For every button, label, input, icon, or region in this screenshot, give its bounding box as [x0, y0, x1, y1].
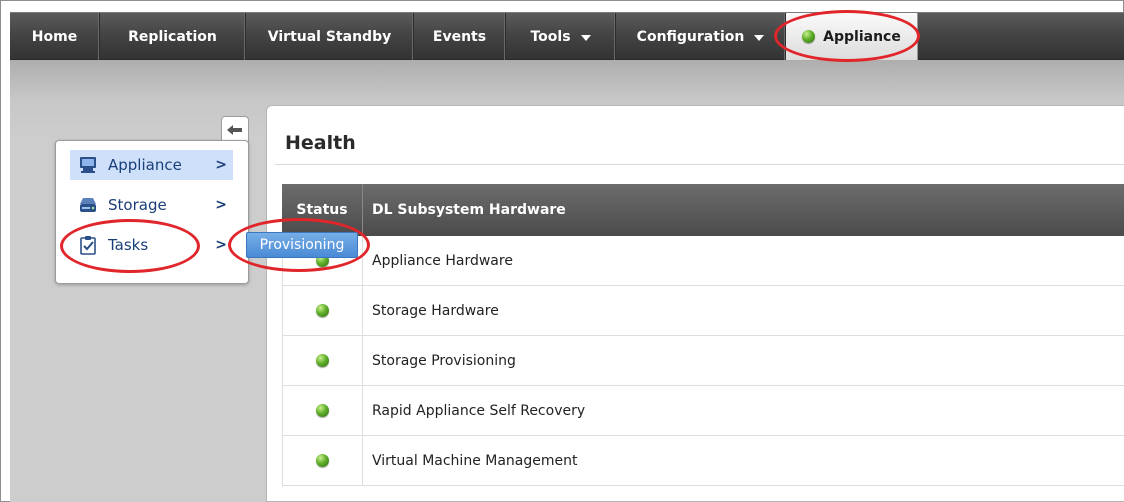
submenu-item-provisioning[interactable]: Provisioning [246, 232, 358, 258]
status-cell [282, 336, 363, 385]
panel-title: Health [285, 132, 356, 154]
tab-replication[interactable]: Replication [100, 13, 246, 60]
tab-label: Replication [128, 28, 217, 45]
tab-label: Home [31, 28, 78, 45]
clipboard-icon [80, 236, 96, 255]
tab-label: Configuration [636, 28, 745, 45]
sidebar-item-label: Appliance [108, 156, 182, 174]
tab-events[interactable]: Events [414, 13, 506, 60]
tab-appliance[interactable]: Appliance [786, 13, 918, 60]
sidebar-item-storage[interactable]: Storage > [70, 190, 233, 220]
table-header: Status DL Subsystem Hardware [282, 184, 1124, 236]
status-ok-icon [802, 30, 816, 43]
status-ok-icon [315, 304, 329, 317]
status-ok-icon [315, 354, 329, 367]
status-ok-icon [315, 404, 329, 417]
subsystem-name: Appliance Hardware [372, 252, 513, 269]
status-cell [282, 286, 363, 335]
table-row[interactable]: Rapid Appliance Self Recovery [282, 386, 1124, 436]
tab-label: Tools [530, 28, 571, 45]
chevron-right-icon: > [215, 157, 227, 173]
chevron-right-icon: > [215, 197, 227, 213]
arrow-left-icon [227, 125, 242, 135]
sidebar-item-tasks[interactable]: Tasks > [70, 230, 233, 260]
status-cell [282, 436, 363, 485]
tab-home[interactable]: Home [10, 13, 100, 60]
sidebar-item-label: Storage [108, 196, 167, 214]
sidebar-item-label: Tasks [108, 236, 149, 254]
table-row[interactable]: Storage Provisioning [282, 336, 1124, 386]
drive-icon [80, 198, 96, 212]
chevron-down-icon [754, 34, 765, 41]
status-cell [282, 386, 363, 435]
subsystem-name: Storage Provisioning [372, 352, 516, 369]
tab-label: Events [432, 28, 487, 45]
tab-label: Virtual Standby [267, 28, 392, 45]
column-header-status[interactable]: Status [282, 184, 363, 236]
tab-label: Appliance [823, 28, 901, 45]
tab-tools[interactable]: Tools [506, 13, 616, 60]
subsystem-name: Storage Hardware [372, 302, 499, 319]
column-header-subsystem[interactable]: DL Subsystem Hardware [372, 184, 566, 236]
sidebar-item-appliance[interactable]: Appliance > [70, 150, 233, 180]
table-row[interactable]: Virtual Machine Management [282, 436, 1124, 486]
monitor-icon [80, 157, 96, 173]
divider [275, 164, 1124, 165]
subsystem-name: Rapid Appliance Self Recovery [372, 402, 586, 419]
status-ok-icon [315, 454, 329, 467]
table-row[interactable]: Storage Hardware [282, 286, 1124, 336]
table-row[interactable]: Appliance Hardware [282, 236, 1124, 286]
tab-virtual-standby[interactable]: Virtual Standby [246, 13, 414, 60]
tab-configuration[interactable]: Configuration [616, 13, 786, 60]
top-nav: Home Replication Virtual Standby Events … [10, 12, 1124, 60]
subsystem-name: Virtual Machine Management [372, 452, 578, 469]
chevron-down-icon [580, 34, 591, 41]
chevron-right-icon: > [215, 237, 227, 253]
